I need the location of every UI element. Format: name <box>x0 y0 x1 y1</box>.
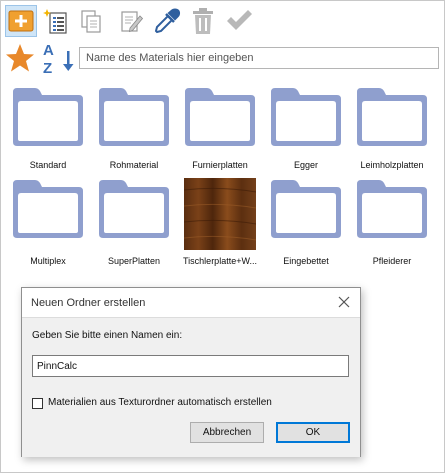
material-label: Eingebettet <box>283 256 329 266</box>
material-label: Egger <box>293 160 319 170</box>
wood-texture-thumbnail <box>184 178 256 250</box>
eyedropper-button[interactable] <box>151 5 183 37</box>
edit-icon <box>121 11 144 33</box>
edit-button[interactable] <box>115 5 147 37</box>
folder-name-input[interactable] <box>32 355 349 377</box>
material-search-input[interactable] <box>79 47 439 69</box>
material-folder-tile[interactable]: Rohmaterial <box>91 86 177 172</box>
new-folder-button[interactable] <box>5 5 37 37</box>
material-folder-tile[interactable]: Furnierplatten <box>177 86 263 172</box>
sort-az-icon[interactable]: A Z <box>38 41 78 75</box>
material-library-panel: A Z Standard Rohmaterial Furnierplatten Egg… <box>0 0 445 473</box>
material-folder-tile[interactable]: Standard <box>5 86 91 172</box>
close-icon[interactable] <box>336 294 352 310</box>
material-label: Standard <box>29 160 67 170</box>
copy-button[interactable] <box>75 5 107 37</box>
folder-icon <box>13 88 83 146</box>
new-folder-icon <box>8 10 34 32</box>
material-label: Tischlerplatte+W... <box>183 256 257 266</box>
material-texture-tile[interactable]: Tischlerplatte+W... <box>177 178 263 266</box>
confirm-button[interactable] <box>223 5 255 37</box>
new-folder-dialog: Neuen Ordner erstellen Geben Sie bitte e… <box>21 287 361 457</box>
ok-button[interactable]: OK <box>276 422 350 443</box>
auto-create-checkbox[interactable] <box>32 398 43 409</box>
material-label: Pfleiderer <box>372 256 412 266</box>
folder-icon <box>13 180 83 238</box>
folder-icon <box>271 180 341 238</box>
folder-icon <box>99 88 169 146</box>
new-material-list-icon <box>43 9 67 34</box>
material-label: Leimholzplatten <box>360 160 424 170</box>
copy-icon <box>81 10 101 33</box>
folder-icon <box>185 88 255 146</box>
material-label: Multiplex <box>30 256 66 266</box>
new-material-list-button[interactable] <box>39 5 71 37</box>
sort-letter-z: Z <box>43 60 52 75</box>
material-folder-tile[interactable]: Eingebettet <box>263 178 349 266</box>
sort-letter-a: A <box>43 42 54 59</box>
auto-create-checkbox-label[interactable]: Materialien aus Texturordner automatisch… <box>48 397 272 408</box>
material-folder-tile[interactable]: Egger <box>263 86 349 172</box>
material-folder-tile[interactable]: Multiplex <box>5 178 91 266</box>
dialog-title: Neuen Ordner erstellen <box>31 297 146 309</box>
material-label: Furnierplatten <box>192 160 248 170</box>
trash-icon <box>193 8 213 34</box>
material-folder-tile[interactable]: Pfleiderer <box>349 178 435 266</box>
folder-icon <box>357 180 427 238</box>
material-folder-tile[interactable]: SuperPlatten <box>91 178 177 266</box>
material-folder-tile[interactable]: Leimholzplatten <box>349 86 435 172</box>
cancel-button[interactable]: Abbrechen <box>190 422 264 443</box>
delete-button[interactable] <box>187 5 219 37</box>
favorites-star-icon[interactable] <box>5 43 35 73</box>
dialog-body: Geben Sie bitte einen Namen ein: Materia… <box>22 317 360 457</box>
eyedropper-icon <box>154 8 181 34</box>
dialog-prompt: Geben Sie bitte einen Namen ein: <box>32 330 183 341</box>
folder-icon <box>271 88 341 146</box>
checkmark-icon <box>227 10 252 30</box>
folder-icon <box>357 88 427 146</box>
material-label: SuperPlatten <box>107 256 161 266</box>
folder-icon <box>99 180 169 238</box>
material-label: Rohmaterial <box>109 160 159 170</box>
